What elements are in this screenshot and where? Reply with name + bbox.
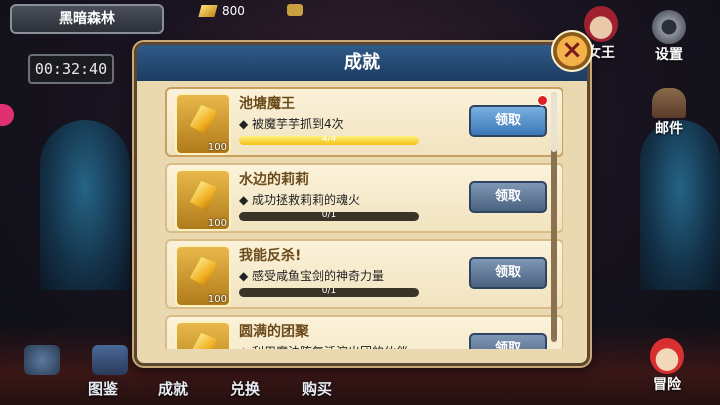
claim-button[interactable]: 领取	[469, 333, 547, 349]
progress-bar: 4/4	[239, 136, 419, 145]
achievement-title: 圆满的团聚	[239, 324, 309, 340]
location-tab: 黑暗森林	[10, 4, 164, 34]
gem-icon	[188, 181, 218, 211]
reward-card: 100	[175, 245, 231, 307]
achievement-row: 100 我能反杀! ◆ 感受咸鱼宝剑的神奇力量 0/1 领取	[165, 239, 563, 309]
reward-card: 100	[175, 93, 231, 155]
progress-text: 0/1	[321, 212, 337, 220]
camera-icon[interactable]	[287, 4, 303, 16]
stained-window-left	[40, 120, 130, 290]
claim-button[interactable]: 领取	[469, 181, 547, 213]
reward-amount: 100	[207, 294, 227, 305]
reward-amount: 100	[207, 218, 227, 229]
bottom-item-achievements[interactable]: 成就	[158, 378, 188, 399]
settings-label: 设置	[655, 47, 683, 63]
bottom-item-shop[interactable]: 购买	[302, 378, 332, 399]
dialog-title: 成就	[137, 45, 587, 81]
achievement-title: 水边的莉莉	[239, 172, 309, 188]
adventure-icon	[650, 338, 684, 374]
mail-button[interactable]: 邮件	[652, 88, 686, 138]
gem-icon	[188, 333, 218, 349]
achievement-desc: ◆ 感受咸鱼宝剑的神奇力量	[239, 269, 385, 283]
gem-icon	[188, 257, 218, 287]
codex-icon	[92, 345, 128, 375]
claim-button[interactable]: 领取	[469, 105, 547, 137]
progress-bar: 0/1	[239, 212, 419, 221]
queen-icon	[584, 6, 618, 42]
achievements-dialog: 成就 100 池塘魔王 ◆ 被魔芋芋抓到4次 4/4 领取 100 水边的莉莉 …	[134, 42, 590, 366]
settings-button[interactable]: 设置	[652, 10, 686, 64]
achievement-row: 100 池塘魔王 ◆ 被魔芋芋抓到4次 4/4 领取	[165, 87, 563, 157]
progress-text: 4/4	[321, 136, 337, 144]
gem-icon	[188, 105, 218, 135]
notification-dot	[537, 95, 548, 106]
close-button[interactable]: ×	[551, 30, 593, 72]
claim-button[interactable]: 领取	[469, 257, 547, 289]
reward-card: 100	[175, 321, 231, 349]
gold-icon	[198, 5, 218, 17]
menu-icon[interactable]	[24, 345, 60, 375]
achievement-desc: ◆ 利用魔法阵复活演出团的伙伴	[239, 343, 408, 349]
gold-amount: 800	[222, 4, 245, 18]
achievement-title: 我能反杀!	[239, 248, 302, 264]
reward-amount: 100	[207, 142, 227, 153]
scrollbar[interactable]	[551, 92, 557, 342]
scrollbar-thumb[interactable]	[551, 92, 557, 152]
achievement-desc: ◆ 成功拯救莉莉的魂火	[239, 193, 361, 207]
achievement-row: 100 水边的莉莉 ◆ 成功拯救莉莉的魂火 0/1 领取	[165, 163, 563, 233]
achievement-list[interactable]: 100 池塘魔王 ◆ 被魔芋芋抓到4次 4/4 领取 100 水边的莉莉 ◆ 成…	[143, 87, 563, 349]
adventure-button[interactable]: 冒险	[650, 338, 684, 394]
achievement-row: 100 圆满的团聚 ◆ 利用魔法阵复活演出团的伙伴 领取	[165, 315, 563, 349]
progress-bar: 0/1	[239, 288, 419, 297]
stained-window-right	[640, 120, 720, 290]
gold-counter: 800	[198, 4, 245, 18]
adventure-label: 冒险	[653, 377, 681, 393]
achievement-desc: ◆ 被魔芋芋抓到4次	[239, 117, 344, 131]
gear-icon	[652, 10, 686, 44]
reward-card: 100	[175, 169, 231, 231]
achievement-title: 池塘魔王	[239, 96, 295, 112]
progress-text: 0/1	[321, 288, 337, 296]
mailbox-icon	[652, 88, 686, 118]
mail-label: 邮件	[655, 121, 683, 137]
bottom-item-exchange[interactable]: 兑换	[230, 378, 260, 399]
bottom-item-codex[interactable]: 图鉴	[88, 378, 118, 399]
timer: 00:32:40	[28, 54, 114, 84]
